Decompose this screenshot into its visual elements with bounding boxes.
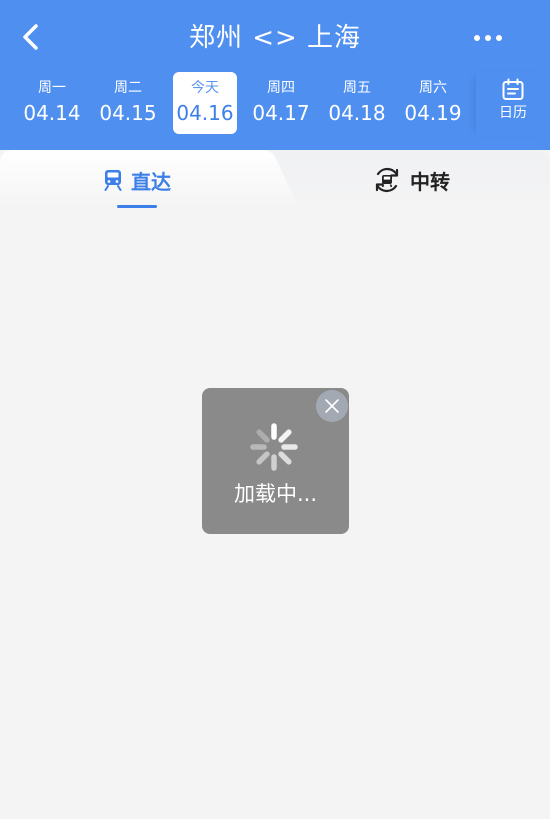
date-item-today[interactable]: 今天 04.16 <box>173 72 237 134</box>
calendar-label: 日历 <box>499 105 527 121</box>
tab-direct-content: 直达 <box>0 150 274 210</box>
date-weekday: 周二 <box>114 80 142 96</box>
date-selector: 周一 04.14 周二 04.15 今天 04.16 周四 04.17 周五 0… <box>0 72 550 136</box>
loading-close-button[interactable] <box>316 390 348 422</box>
close-icon <box>325 399 339 413</box>
date-weekday: 周六 <box>419 80 447 96</box>
active-tab-indicator <box>117 205 157 208</box>
date-value: 04.19 <box>404 101 462 125</box>
loading-text: 加载中... <box>233 482 318 506</box>
date-weekday: 周四 <box>267 80 295 96</box>
date-value: 04.18 <box>328 101 386 125</box>
date-value: 04.15 <box>99 101 157 125</box>
date-weekday: 今天 <box>191 80 219 96</box>
date-value: 04.14 <box>23 101 81 125</box>
date-item-0414[interactable]: 周一 04.14 <box>20 72 84 134</box>
date-item-0418[interactable]: 周五 04.18 <box>325 72 389 134</box>
transfer-icon <box>375 167 399 193</box>
route-type-tabs: 直达 中转 <box>0 150 550 210</box>
date-weekday: 周五 <box>343 80 371 96</box>
date-item-0417[interactable]: 周四 04.17 <box>249 72 313 134</box>
more-horizontal-icon <box>474 35 502 41</box>
date-value: 04.17 <box>252 101 310 125</box>
date-value: 04.16 <box>176 101 234 125</box>
date-item-0419[interactable]: 周六 04.19 <box>401 72 465 134</box>
date-item-0415[interactable]: 周二 04.15 <box>96 72 160 134</box>
tab-direct[interactable]: 直达 <box>0 150 300 210</box>
tab-transfer-content: 中转 <box>300 150 550 210</box>
top-header: 郑州 <> 上海 周一 04.14 周二 04.15 今天 04.16 周四 0… <box>0 0 550 150</box>
date-weekday: 周一 <box>38 80 66 96</box>
loading-spinner-icon <box>250 423 298 471</box>
tab-transfer[interactable]: 中转 <box>300 150 550 210</box>
tab-transfer-label: 中转 <box>410 169 450 194</box>
calendar-icon <box>502 78 524 100</box>
train-icon <box>104 170 122 191</box>
calendar-button[interactable]: 日历 <box>476 72 550 136</box>
more-button[interactable] <box>468 26 508 50</box>
tab-direct-label: 直达 <box>131 169 171 194</box>
